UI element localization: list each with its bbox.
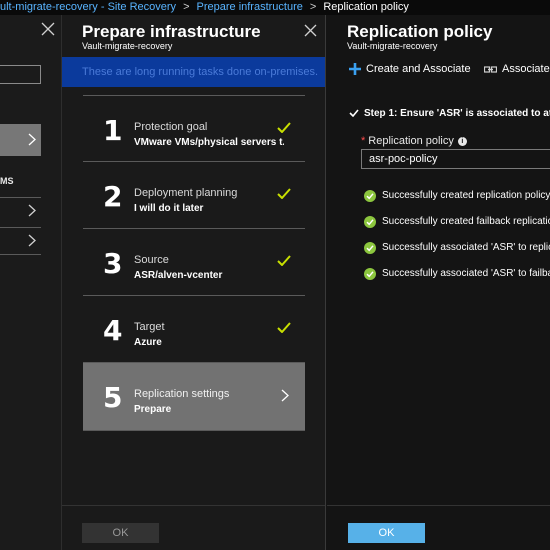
chevron-right-icon [28,234,36,247]
status-text: Successfully created replication policy [382,190,550,201]
command-bar: Create and Associate Associate [327,61,550,83]
checkmark-icon [277,188,291,199]
create-and-associate-button[interactable]: Create and Associate [349,63,471,76]
step-value: ASR/alven-vcenter [134,270,223,281]
status-list: Successfully created replication policy … [364,189,550,293]
chevron-right-icon [28,133,36,146]
status-message: Successfully created replication policy [364,189,550,215]
wizard-steps: 1 Protection goal VMware VMs/physical se… [83,95,305,431]
ok-button[interactable]: OK [348,523,425,543]
blade-title: Prepare infrastructure [82,22,261,41]
info-banner: These are long running tasks done on-pre… [62,57,325,87]
breadcrumb-site-recovery[interactable]: ult-migrate-recovery - Site Recovery [0,0,176,14]
checkmark-icon [277,122,291,133]
wizard-step-deployment-planning[interactable]: 2 Deployment planning I will do it later [83,162,305,229]
selected-nav-item[interactable] [0,124,41,156]
success-icon [364,190,376,202]
success-icon [364,216,376,228]
status-message: Successfully associated 'ASR' to failba [364,267,550,293]
chevron-right-icon [281,389,289,402]
status-message: Successfully associated 'ASR' to replic [364,241,550,267]
blade-title: Replication policy [347,22,493,41]
search-input[interactable] [0,65,41,84]
breadcrumb: ult-migrate-recovery - Site Recovery > Pre… [0,0,550,15]
replication-policy-blade: Replication policy Vault-migrate-recover… [327,15,550,550]
step-number: 2 [103,180,123,213]
checkmark-icon [349,109,359,118]
step1-label: Step 1: Ensure 'ASR' is associated to at… [364,108,550,119]
step-value: Azure [134,337,162,348]
breadcrumb-prepare-infrastructure[interactable]: Prepare infrastructure [197,0,303,14]
step-number: 1 [103,114,123,147]
replication-policy-label: Replication policy [368,135,454,147]
step1-heading: Step 1: Ensure 'ASR' is associated to at… [349,108,550,119]
plus-icon [349,63,361,76]
ok-button[interactable]: OK [82,523,159,543]
status-text: Successfully associated 'ASR' to replic [382,242,550,253]
close-icon[interactable] [304,24,317,37]
step-name: Source [134,254,169,266]
step-name: Deployment planning [134,187,238,199]
status-text: Successfully created failback replicatio [382,216,550,227]
breadcrumb-replication-policy: Replication policy [323,1,409,13]
section-heading: MS [0,176,14,186]
associate-label: Associate [502,63,550,75]
step-value: I will do it later [134,203,204,214]
wizard-step-replication-settings[interactable]: 5 Replication settings Prepare [83,363,305,431]
link-icon [484,65,497,73]
step-value: Prepare [134,404,172,415]
breadcrumb-separator-icon: > [309,1,317,13]
step-number: 5 [103,381,123,414]
chevron-right-icon [28,204,36,217]
step-number: 4 [103,314,123,347]
success-icon [364,242,376,254]
breadcrumb-separator-icon: > [183,1,190,13]
checkmark-icon [277,255,291,266]
blade-subtitle: Vault-migrate-recovery [82,41,173,51]
info-icon[interactable]: i [457,137,467,146]
associate-button[interactable]: Associate [484,63,550,75]
wizard-step-target[interactable]: 4 Target Azure [83,296,305,363]
checkmark-icon [277,322,291,333]
step-name: Target [134,321,165,333]
blade-footer: OK [327,505,550,550]
status-text: Successfully associated 'ASR' to failba [382,268,550,279]
prepare-infrastructure-blade: Prepare infrastructure Vault-migrate-rec… [62,15,326,550]
wizard-step-protection-goal[interactable]: 1 Protection goal VMware VMs/physical se… [83,95,305,162]
required-marker: * [361,135,366,147]
site-recovery-blade: MS [0,15,62,550]
step-value: VMware VMs/physical servers t... [134,137,284,148]
replication-policy-field-label: * Replication policy i [361,135,467,147]
status-message: Successfully created failback replicatio [364,215,550,241]
replication-policy-select[interactable]: asr-poc-policy [361,149,550,169]
success-icon [364,268,376,280]
nav-item[interactable] [0,197,41,225]
blade-footer: OK [62,505,325,550]
create-and-associate-label: Create and Associate [366,63,471,75]
nav-item[interactable] [0,227,41,255]
step-number: 3 [103,247,123,280]
close-icon[interactable] [41,22,55,36]
wizard-step-source[interactable]: 3 Source ASR/alven-vcenter [83,229,305,296]
step-name: Protection goal [134,121,208,133]
blade-subtitle: Vault-migrate-recovery [347,41,438,51]
step-name: Replication settings [134,388,230,400]
